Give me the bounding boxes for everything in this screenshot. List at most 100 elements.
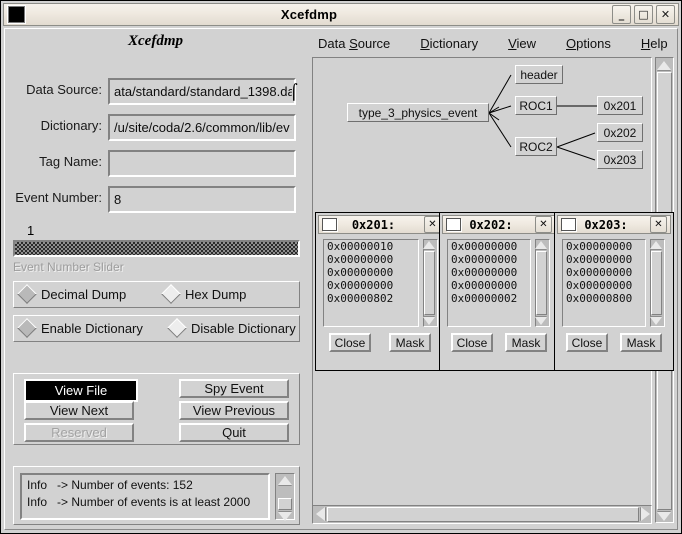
radio-decimal-dump[interactable]: Decimal Dump <box>17 284 127 304</box>
mask-button-0x203[interactable]: Mask <box>620 333 662 352</box>
close-button-0x202[interactable]: Close <box>451 333 493 352</box>
radio-disable-dictionary[interactable]: Disable Dictionary <box>167 318 296 338</box>
scroll-up-arrow-icon[interactable] <box>278 476 292 485</box>
view-next-button[interactable]: View Next <box>24 401 134 420</box>
dialog-close-button[interactable]: ✕ <box>650 216 667 233</box>
value-list-0x203[interactable]: 0x00000000 0x00000000 0x00000000 0x00000… <box>562 239 646 327</box>
field-row-event-number: Event Number: 8 <box>5 186 300 214</box>
value-line: 0x00000802 <box>327 292 394 305</box>
dictionary-label: Dictionary: <box>40 118 102 133</box>
tree-node-0x201[interactable]: 0x201 <box>597 96 643 115</box>
tree-node-0x203[interactable]: 0x203 <box>597 150 643 169</box>
radio-enable-dictionary[interactable]: Enable Dictionary <box>17 318 143 338</box>
menu-dictionary[interactable]: Dictionary <box>414 34 484 53</box>
scroll-down-arrow-icon[interactable] <box>650 317 662 325</box>
quit-button[interactable]: Quit <box>179 423 289 442</box>
dialog-titlebar: 0x203: ✕ <box>557 215 671 234</box>
scroll-down-arrow-icon[interactable] <box>535 317 547 325</box>
radio-decimal-dump-label: Decimal Dump <box>41 286 127 302</box>
value-line: 0x00000000 <box>566 253 633 266</box>
value-line: 0x00000010 <box>327 240 394 253</box>
canvas-horizontal-scrollbar[interactable] <box>312 505 652 524</box>
menu-data-source[interactable]: Data Source <box>312 34 396 53</box>
spy-event-button[interactable]: Spy Event <box>179 379 289 398</box>
event-number-slider[interactable] <box>13 240 300 257</box>
value-list-scrollbar[interactable] <box>423 239 438 327</box>
mask-button-0x202[interactable]: Mask <box>505 333 547 352</box>
value-line: 0x00000002 <box>451 292 518 305</box>
scroll-left-arrow-icon[interactable] <box>316 507 325 521</box>
radio-disable-dictionary-label: Disable Dictionary <box>191 320 296 336</box>
tree-node-0x202[interactable]: 0x202 <box>597 123 643 142</box>
dialog-body: 0x00000000 0x00000000 0x00000000 0x00000… <box>558 236 670 367</box>
application-window: Xcefdmp _ □ ✕ Xcefdmp Data Source: ata/s… <box>0 0 682 534</box>
close-button-0x203[interactable]: Close <box>566 333 608 352</box>
value-line: 0x00000000 <box>451 240 518 253</box>
data-source-value: ata/standard/standard_1398.dat <box>114 84 292 99</box>
scroll-down-arrow-icon[interactable] <box>423 317 435 325</box>
tag-name-input[interactable] <box>108 150 296 177</box>
value-list-scrollbar[interactable] <box>535 239 550 327</box>
value-line: 0x00000000 <box>327 279 394 292</box>
scrollbar-thumb[interactable] <box>327 507 639 522</box>
value-line: 0x00000000 <box>566 279 633 292</box>
scrollbar-thumb[interactable] <box>278 498 292 510</box>
scrollbar-thumb[interactable] <box>424 251 435 315</box>
slider-value-label: 1 <box>27 223 35 238</box>
scroll-up-arrow-icon[interactable] <box>657 61 671 70</box>
event-number-input[interactable]: 8 <box>108 186 296 213</box>
menu-options[interactable]: Options <box>560 34 617 53</box>
radio-enable-dictionary-label: Enable Dictionary <box>41 320 143 336</box>
dump-mode-group: Decimal Dump Hex Dump <box>13 281 300 308</box>
view-file-button[interactable]: View File <box>24 379 138 402</box>
value-list-scrollbar[interactable] <box>650 239 665 327</box>
close-button-0x201[interactable]: Close <box>329 333 371 352</box>
text-cursor-icon: ⌠ <box>290 83 298 101</box>
value-line: 0x00000000 <box>451 266 518 279</box>
info-log-line: Info -> Number of events is at least 200… <box>27 495 251 509</box>
panel-heading: Xcefdmp <box>128 33 183 49</box>
scroll-down-arrow-icon[interactable] <box>657 512 671 521</box>
dictionary-input[interactable]: /u/site/coda/2.6/common/lib/ev <box>108 114 296 141</box>
dialog-body: 0x00000010 0x00000000 0x00000000 0x00000… <box>319 236 444 367</box>
minimize-button[interactable]: _ <box>612 5 631 24</box>
dialog-0x202[interactable]: 0x202: ✕ 0x00000000 0x00000000 0x0000000… <box>439 212 559 371</box>
field-row-tag-name: Tag Name: <box>5 150 300 178</box>
value-line: 0x00000000 <box>566 266 633 279</box>
radio-hex-dump[interactable]: Hex Dump <box>161 284 246 304</box>
menu-help[interactable]: Help <box>635 34 674 53</box>
dialog-0x201[interactable]: 0x201: ✕ 0x00000010 0x00000000 0x0000000… <box>315 212 448 371</box>
value-list-0x202[interactable]: 0x00000000 0x00000000 0x00000000 0x00000… <box>447 239 531 327</box>
field-row-data-source: Data Source: ata/standard/standard_1398.… <box>5 78 300 106</box>
menu-view[interactable]: View <box>502 34 542 53</box>
info-log-line: Info -> Number of events: 152 <box>27 478 193 492</box>
dialog-body: 0x00000000 0x00000000 0x00000000 0x00000… <box>443 236 555 367</box>
view-previous-button[interactable]: View Previous <box>179 401 289 420</box>
field-row-dictionary: Dictionary: /u/site/coda/2.6/common/lib/… <box>5 114 300 142</box>
event-number-label: Event Number: <box>15 190 102 205</box>
scroll-up-arrow-icon[interactable] <box>650 241 662 249</box>
reserved-button: Reserved <box>24 423 134 442</box>
scroll-up-arrow-icon[interactable] <box>423 241 435 249</box>
dialog-close-button[interactable]: ✕ <box>535 216 552 233</box>
tree-node-root[interactable]: type_3_physics_event <box>347 103 489 122</box>
mask-button-0x201[interactable]: Mask <box>389 333 431 352</box>
scrollbar-thumb[interactable] <box>651 251 662 315</box>
maximize-button[interactable]: □ <box>634 5 653 24</box>
value-list-0x201[interactable]: 0x00000010 0x00000000 0x00000000 0x00000… <box>323 239 419 327</box>
dialog-0x203[interactable]: 0x203: ✕ 0x00000000 0x00000000 0x0000000… <box>554 212 674 371</box>
close-button[interactable]: ✕ <box>656 5 675 24</box>
window-title: Xcefdmp <box>280 7 338 22</box>
tag-name-label: Tag Name: <box>39 154 102 169</box>
info-log[interactable]: Info -> Number of events: 152 Info -> Nu… <box>20 473 270 520</box>
tree-node-roc1[interactable]: ROC1 <box>515 96 557 115</box>
scroll-up-arrow-icon[interactable] <box>535 241 547 249</box>
scrollbar-thumb[interactable] <box>536 251 547 315</box>
value-line: 0x00000000 <box>451 279 518 292</box>
data-source-input[interactable]: ata/standard/standard_1398.dat ⌠ <box>108 78 298 105</box>
tree-node-header[interactable]: header <box>515 65 563 84</box>
info-log-scrollbar[interactable] <box>275 473 295 521</box>
tree-node-roc2[interactable]: ROC2 <box>515 137 557 156</box>
scroll-down-arrow-icon[interactable] <box>278 512 292 521</box>
scroll-right-arrow-icon[interactable] <box>641 507 650 521</box>
